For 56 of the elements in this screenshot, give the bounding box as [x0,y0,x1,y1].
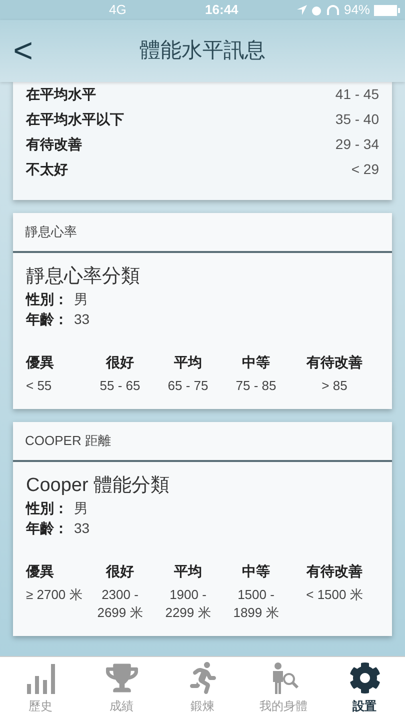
headphones-icon [326,4,340,16]
level-range: 35 - 40 [335,110,379,129]
age-value: 33 [74,519,90,538]
card-header: 靜息心率 [25,223,77,242]
category-range: > 85 [322,377,348,395]
category-label: 中等 [242,562,270,581]
tab-bar-item[interactable]: 我的身體 [248,662,320,715]
level-label: 不太好 [26,160,68,179]
tab-bar-item[interactable]: 歷史 [4,662,76,715]
category-label: 中等 [242,353,270,372]
card-title: 靜息心率分類 [26,265,141,289]
card-header: COOPER 距離 [25,432,111,450]
battery-percent: 94% [344,1,370,20]
category-range: 2300 - 2699 米 [96,586,144,622]
gender-value: 男 [74,499,88,518]
tab-bar-item[interactable]: 成績 [86,662,158,715]
category-label: 優異 [26,562,54,581]
category-label: 有待改善 [306,562,362,581]
tab-bar-item[interactable]: 設置 [328,662,400,715]
category-range: < 1500 米 [306,586,363,604]
category-range: < 55 [26,377,52,395]
level-label: 在平均水平以下 [26,110,124,129]
level-label: 在平均水平 [26,85,96,104]
gender-label: 性別： [26,290,68,309]
gender-value: 男 [74,290,88,309]
category-label: 很好 [106,562,134,581]
back-button[interactable]: < [8,34,38,68]
time-label: 16:44 [205,1,238,20]
category-label: 平均 [174,353,202,372]
age-value: 33 [74,310,90,329]
gender-label: 性別： [26,499,68,518]
bar-chart-icon [24,662,56,694]
location-icon [296,5,307,15]
category-range: 55 - 65 [100,377,140,395]
category-label: 很好 [106,353,134,372]
category-range: ≥ 2700 米 [26,586,82,604]
settings-icon [348,662,380,694]
category-range: 1900 - 2299 米 [164,586,212,622]
category-range: 65 - 75 [168,377,208,395]
category-label: 優異 [26,353,54,372]
trophy-icon [106,662,138,694]
level-range: < 29 [351,160,379,179]
tab-bar-item[interactable]: 鍛煉 [166,662,238,715]
level-range: 29 - 34 [335,135,379,154]
page-title: 體能水平訊息 [138,38,266,64]
battery-icon [374,4,400,16]
age-label: 年齡： [26,310,68,329]
level-label: 有待改善 [26,135,82,154]
level-range: 41 - 45 [335,85,379,104]
category-label: 平均 [174,562,202,581]
category-range: 1500 - 1899 米 [232,586,280,622]
category-label: 有待改善 [306,353,362,372]
category-range: 75 - 85 [236,377,276,395]
network-label: 4G [109,1,126,20]
card-title: Cooper 體能分類 [26,474,171,498]
age-label: 年齡： [26,519,68,538]
